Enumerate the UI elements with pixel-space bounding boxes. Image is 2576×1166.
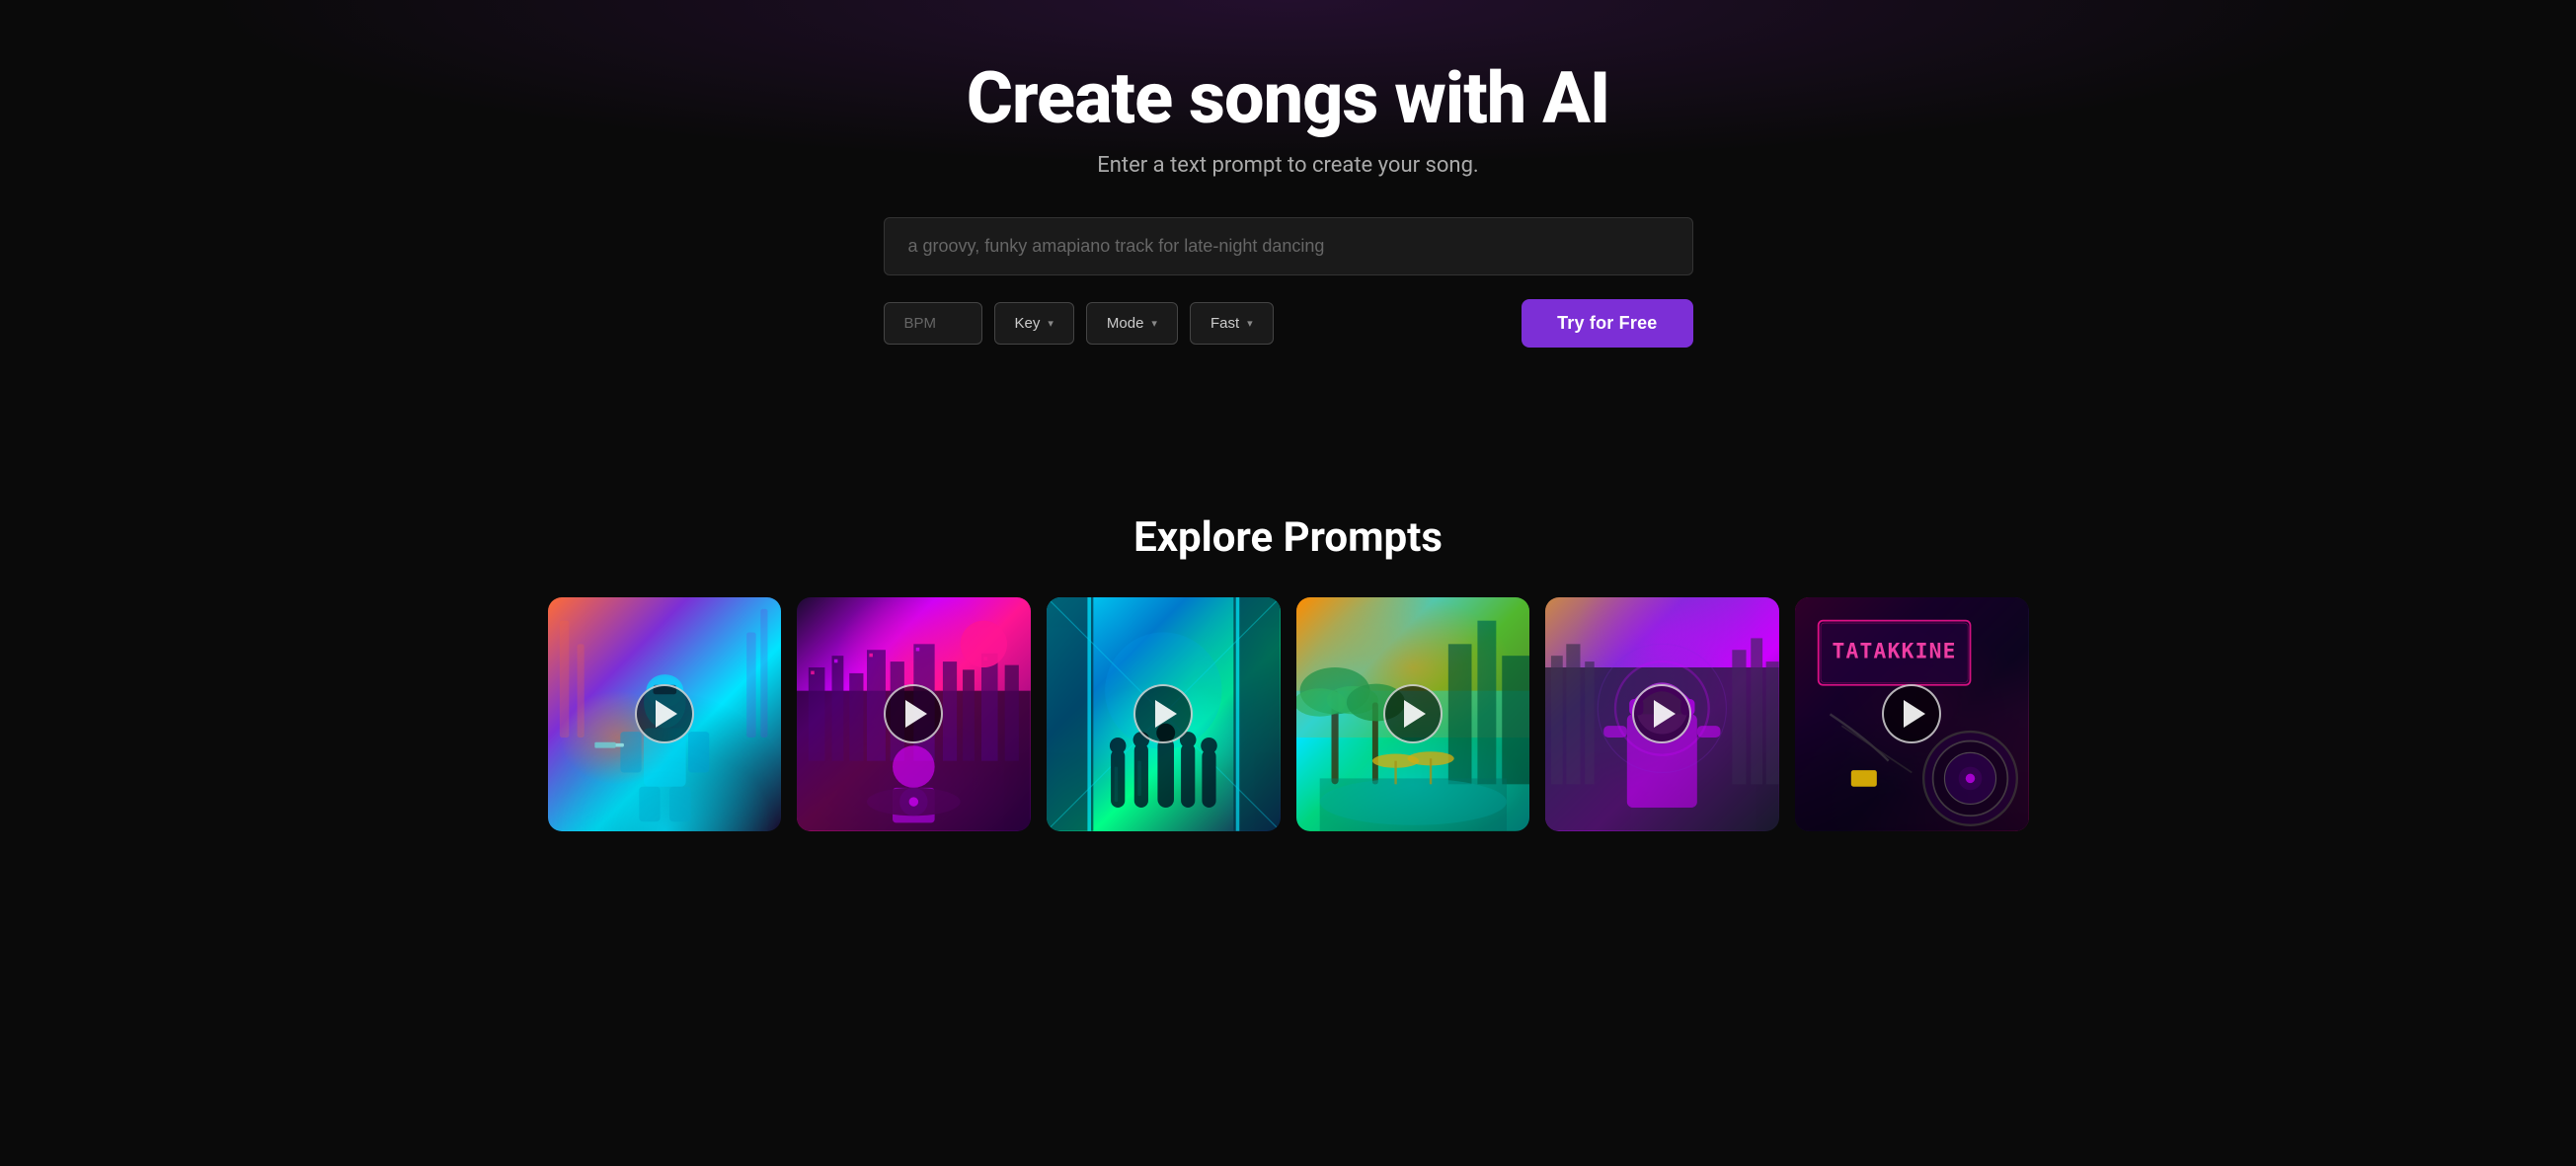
page-wrapper: Create songs with AI Enter a text prompt… <box>0 0 2576 891</box>
mode-chevron-icon: ▾ <box>1151 317 1157 330</box>
key-label: Key <box>1015 315 1041 332</box>
prompt-card-1[interactable] <box>548 597 782 831</box>
prompt-cards-grid: TATAKKINE <box>548 597 2029 831</box>
try-free-button[interactable]: Try for Free <box>1522 299 1692 348</box>
card-3-play-button[interactable] <box>1133 684 1193 743</box>
card-6-play-button[interactable] <box>1882 684 1941 743</box>
speed-label: Fast <box>1210 315 1239 332</box>
prompt-card-5[interactable] <box>1545 597 1779 831</box>
speed-dropdown[interactable]: Fast ▾ <box>1190 302 1274 345</box>
card-2-play-button[interactable] <box>884 684 943 743</box>
prompt-card-2[interactable] <box>797 597 1031 831</box>
prompt-card-3[interactable] <box>1047 597 1281 831</box>
card-6-play-overlay <box>1795 597 2029 831</box>
hero-subtitle: Enter a text prompt to create your song. <box>1097 153 1478 178</box>
prompt-input-row <box>884 217 1693 275</box>
prompt-card-4[interactable] <box>1296 597 1530 831</box>
controls-row: Key ▾ Mode ▾ Fast ▾ Try for Free <box>884 299 1693 348</box>
key-dropdown[interactable]: Key ▾ <box>994 302 1074 345</box>
hero-title: Create songs with AI <box>967 59 1610 137</box>
bpm-input[interactable] <box>884 302 982 345</box>
card-4-play-overlay <box>1296 597 1530 831</box>
key-chevron-icon: ▾ <box>1048 317 1054 330</box>
hero-section: Create songs with AI Enter a text prompt… <box>0 0 2576 474</box>
card-1-play-overlay <box>548 597 782 831</box>
explore-section: Explore Prompts <box>0 474 2576 891</box>
mode-label: Mode <box>1107 315 1144 332</box>
card-5-play-button[interactable] <box>1632 684 1691 743</box>
speed-chevron-icon: ▾ <box>1247 317 1253 330</box>
card-5-play-overlay <box>1545 597 1779 831</box>
card-2-play-overlay <box>797 597 1031 831</box>
prompt-input[interactable] <box>884 217 1693 275</box>
mode-dropdown[interactable]: Mode ▾ <box>1086 302 1178 345</box>
prompt-card-6[interactable]: TATAKKINE <box>1795 597 2029 831</box>
card-1-play-button[interactable] <box>635 684 694 743</box>
explore-title: Explore Prompts <box>39 513 2537 562</box>
card-3-play-overlay <box>1047 597 1281 831</box>
card-4-play-button[interactable] <box>1383 684 1443 743</box>
